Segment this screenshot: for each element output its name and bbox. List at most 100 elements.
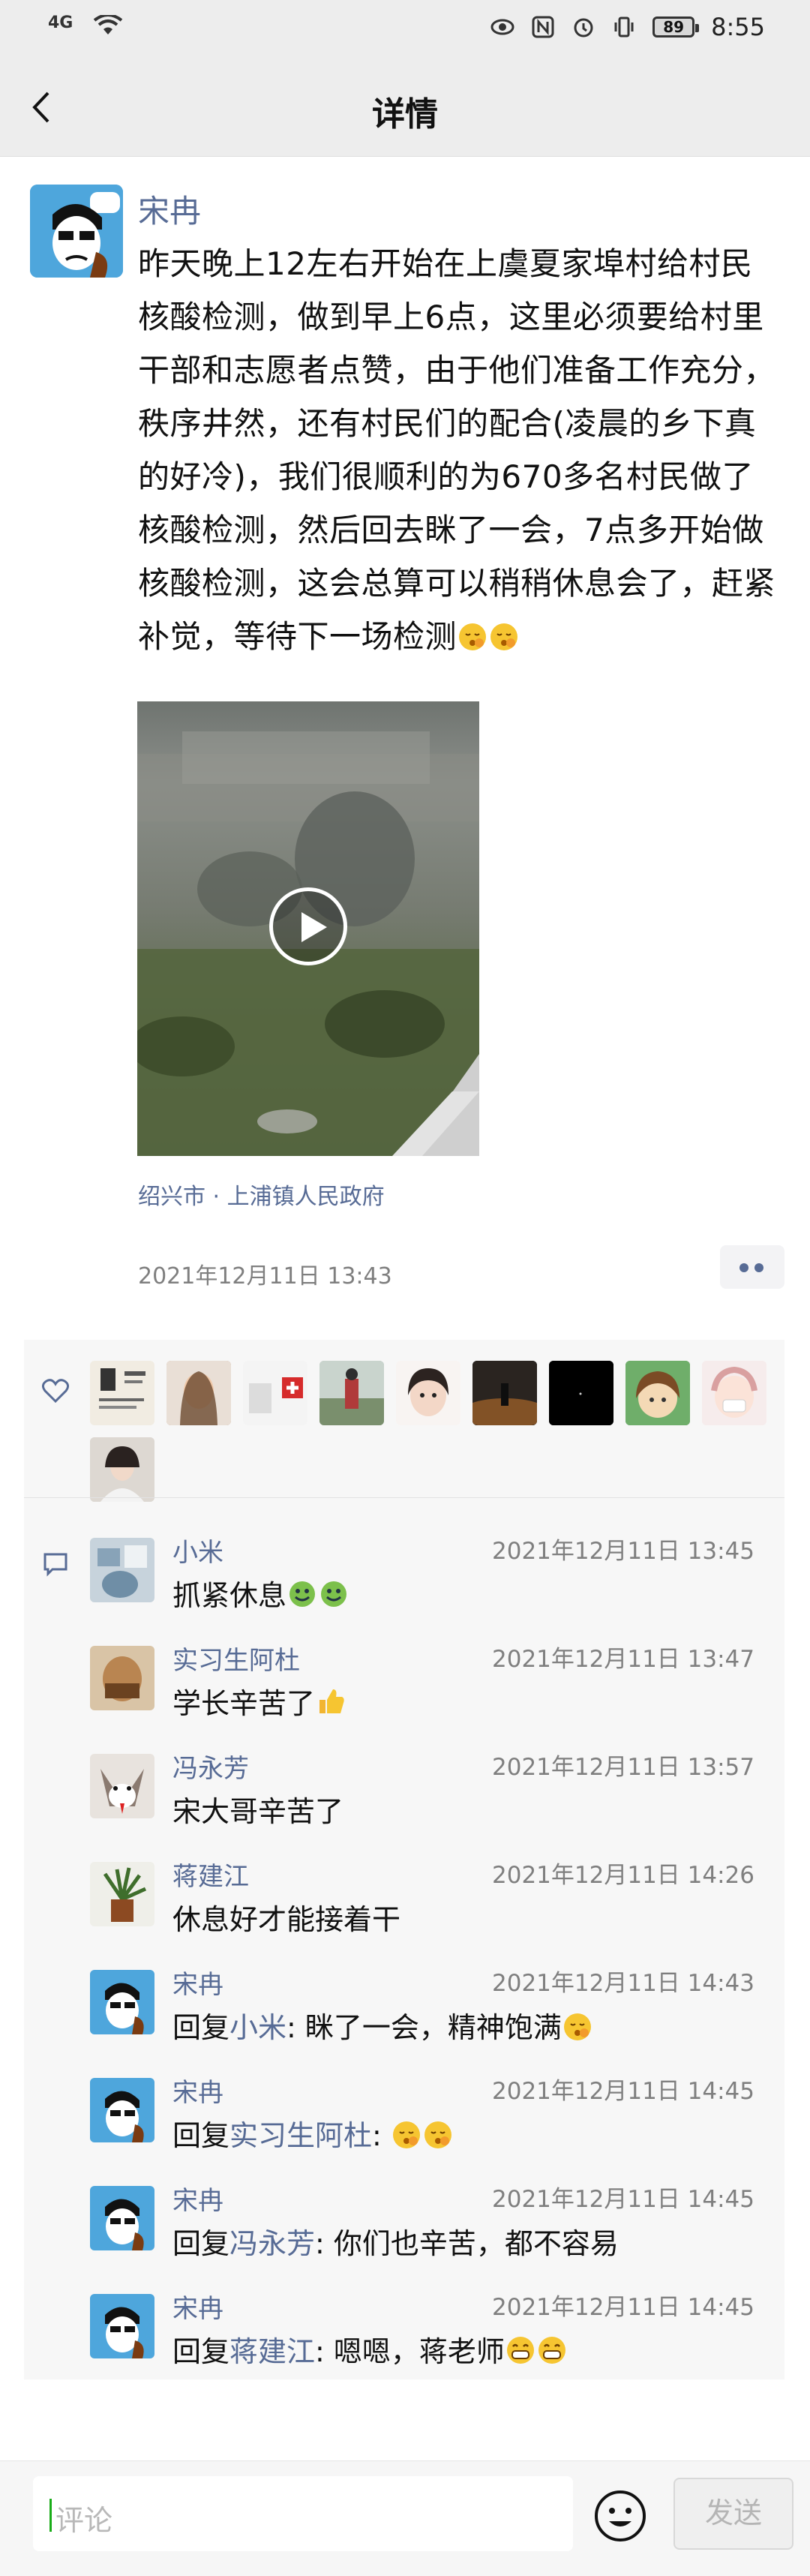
reply-target-name[interactable]: 蒋建江 [230, 2335, 315, 2368]
nfc-icon [532, 16, 554, 38]
commenter-avatar[interactable] [90, 1970, 154, 2034]
commenter-name[interactable]: 小米 [172, 1532, 224, 1569]
reply-target-name[interactable]: 冯永芳 [230, 2227, 315, 2260]
commenter-avatar[interactable] [90, 2294, 154, 2358]
comment-timestamp: 2021年12月11日 14:26 [492, 1862, 754, 1889]
comment-input-bar: 评论 发送 [0, 2460, 810, 2576]
reply-prefix: 回复 [172, 2227, 230, 2260]
liker-avatar[interactable] [702, 1361, 766, 1425]
comment-timestamp: 2021年12月11日 14:45 [492, 2186, 754, 2213]
post-timestamp: 2021年12月11日 13:43 [138, 1263, 392, 1290]
heart-icon [41, 1379, 70, 1404]
comment-timestamp: 2021年12月11日 13:47 [492, 1646, 754, 1673]
text-cursor [50, 2499, 52, 2532]
signal-indicator: 4G [48, 14, 74, 32]
location-link[interactable]: 绍兴市 · 上浦镇人民政府 [138, 1178, 385, 1211]
sleepy-face-emoji-icon [563, 2013, 591, 2040]
clock: 8:55 [711, 13, 765, 41]
emoji-picker-icon[interactable] [592, 2488, 648, 2544]
commenter-name[interactable]: 宋冉 [172, 2288, 224, 2325]
comment-text: 抓紧休息 [172, 1572, 350, 1614]
more-options-button[interactable] [720, 1245, 784, 1289]
comment-item[interactable]: 宋冉 2021年12月11日 14:45 回复蒋建江: 嗯嗯，蒋老师 [24, 2288, 784, 2396]
comment-timestamp: 2021年12月11日 14:45 [492, 2294, 754, 2321]
liker-avatar[interactable] [626, 1361, 690, 1425]
commenter-avatar[interactable] [90, 2186, 154, 2250]
play-button[interactable] [269, 887, 347, 965]
commenter-avatar[interactable] [90, 1538, 154, 1602]
sleepy-face-emoji-icon [459, 623, 487, 650]
comment-text: 休息好才能接着干 [172, 1903, 401, 1936]
comment-item[interactable]: 蒋建江 2021年12月11日 14:26 休息好才能接着干 [24, 1856, 784, 1964]
liker-avatar[interactable] [90, 1361, 154, 1425]
commenter-avatar[interactable] [90, 1646, 154, 1710]
sleepy-face-emoji-icon [490, 623, 518, 650]
comment-item[interactable]: 宋冉 2021年12月11日 14:45 回复实习生阿杜: [24, 2072, 784, 2180]
commenter-name[interactable]: 实习生阿杜 [172, 1640, 300, 1677]
post-text-body: 昨天晚上12左右开始在上虞夏家埠村给村民核酸检测，做到早上6点，这里必须要给村里… [138, 245, 776, 655]
comment-item[interactable]: 宋冉 2021年12月11日 14:45 回复冯永芳: 你们也辛苦，都不容易 [24, 2180, 784, 2288]
nav-bar: 详情 [0, 59, 810, 157]
comment-text: 宋大哥辛苦了 [172, 1795, 344, 1828]
grinning-teeth-emoji-icon [538, 2337, 566, 2364]
grinning-teeth-emoji-icon [506, 2337, 534, 2364]
post-text: 昨天晚上12左右开始在上虞夏家埠村给村民核酸检测，做到早上6点，这里必须要给村里… [138, 237, 783, 663]
comment-body: : [372, 2119, 391, 2152]
liker-avatar[interactable] [243, 1361, 308, 1425]
video-thumbnail[interactable] [137, 701, 479, 1156]
comment-timestamp: 2021年12月11日 14:43 [492, 1970, 754, 1997]
commenter-avatar[interactable] [90, 1754, 154, 1818]
liker-avatar[interactable] [472, 1361, 537, 1425]
author-avatar[interactable] [30, 185, 123, 278]
vibrate-icon [614, 17, 634, 38]
reply-target-name[interactable]: 小米 [230, 2011, 286, 2044]
author-name[interactable]: 宋冉 [138, 186, 201, 232]
grinning-face-emoji-icon [321, 1581, 347, 1607]
comment-placeholder: 评论 [56, 2504, 113, 2537]
comment-text: 回复小米: 眯了一会，精神饱满 [172, 2004, 593, 2046]
comment-timestamp: 2021年12月11日 13:45 [492, 1538, 754, 1565]
commenter-name[interactable]: 冯永芳 [172, 1748, 249, 1785]
commenter-avatar[interactable] [90, 2078, 154, 2142]
grinning-face-emoji-icon [290, 1581, 316, 1607]
eye-icon [490, 19, 514, 35]
comment-body: : 眯了一会，精神饱满 [286, 2011, 562, 2044]
liker-avatar[interactable] [549, 1361, 614, 1425]
page-title: 详情 [372, 95, 438, 134]
comment-item[interactable]: 冯永芳 2021年12月11日 13:57 宋大哥辛苦了 [24, 1748, 784, 1856]
battery-indicator: 89 [652, 17, 700, 38]
sleepy-face-emoji-icon [424, 2121, 452, 2148]
comment-body: 抓紧休息 [172, 1579, 287, 1612]
comment-body: : 嗯嗯，蒋老师 [315, 2335, 505, 2368]
status-bar: 4G 89 8:55 [0, 0, 810, 59]
comment-item[interactable]: 小米 2021年12月11日 13:45 抓紧休息 [24, 1532, 784, 1640]
alarm-icon [574, 18, 593, 38]
commenter-avatar[interactable] [90, 1862, 154, 1926]
interactions-panel: 小米 2021年12月11日 13:45 抓紧休息 实习生阿杜 2021年12月… [24, 1340, 784, 2379]
comment-body: 学长辛苦了 [172, 1687, 316, 1720]
comment-body: : 你们也辛苦，都不容易 [315, 2227, 619, 2260]
comment-timestamp: 2021年12月11日 13:57 [492, 1754, 754, 1781]
comment-item[interactable]: 实习生阿杜 2021年12月11日 13:47 学长辛苦了 [24, 1640, 784, 1748]
liker-avatar[interactable] [396, 1361, 460, 1425]
reply-target-name[interactable]: 实习生阿杜 [230, 2119, 372, 2152]
comment-text: 回复蒋建江: 嗯嗯，蒋老师 [172, 2328, 568, 2370]
divider [24, 1497, 784, 1498]
reply-prefix: 回复 [172, 2119, 230, 2152]
liker-avatar[interactable] [90, 1437, 154, 1502]
liker-avatar[interactable] [320, 1361, 384, 1425]
send-button[interactable]: 发送 [674, 2478, 794, 2550]
liker-avatar[interactable] [166, 1361, 231, 1425]
comment-text: 回复冯永芳: 你们也辛苦，都不容易 [172, 2220, 619, 2262]
comment-text: 回复实习生阿杜: [172, 2112, 454, 2154]
sleepy-face-emoji-icon [392, 2121, 420, 2148]
wifi-icon [93, 15, 123, 35]
comment-text: 学长辛苦了 [172, 1680, 346, 1722]
comment-item[interactable]: 宋冉 2021年12月11日 14:43 回复小米: 眯了一会，精神饱满 [24, 1964, 784, 2072]
commenter-name[interactable]: 宋冉 [172, 2072, 224, 2109]
commenter-name[interactable]: 蒋建江 [172, 1856, 249, 1893]
reply-prefix: 回复 [172, 2011, 230, 2044]
commenter-name[interactable]: 宋冉 [172, 2180, 224, 2217]
commenter-name[interactable]: 宋冉 [172, 1964, 224, 2001]
comment-input[interactable]: 评论 [33, 2476, 573, 2551]
